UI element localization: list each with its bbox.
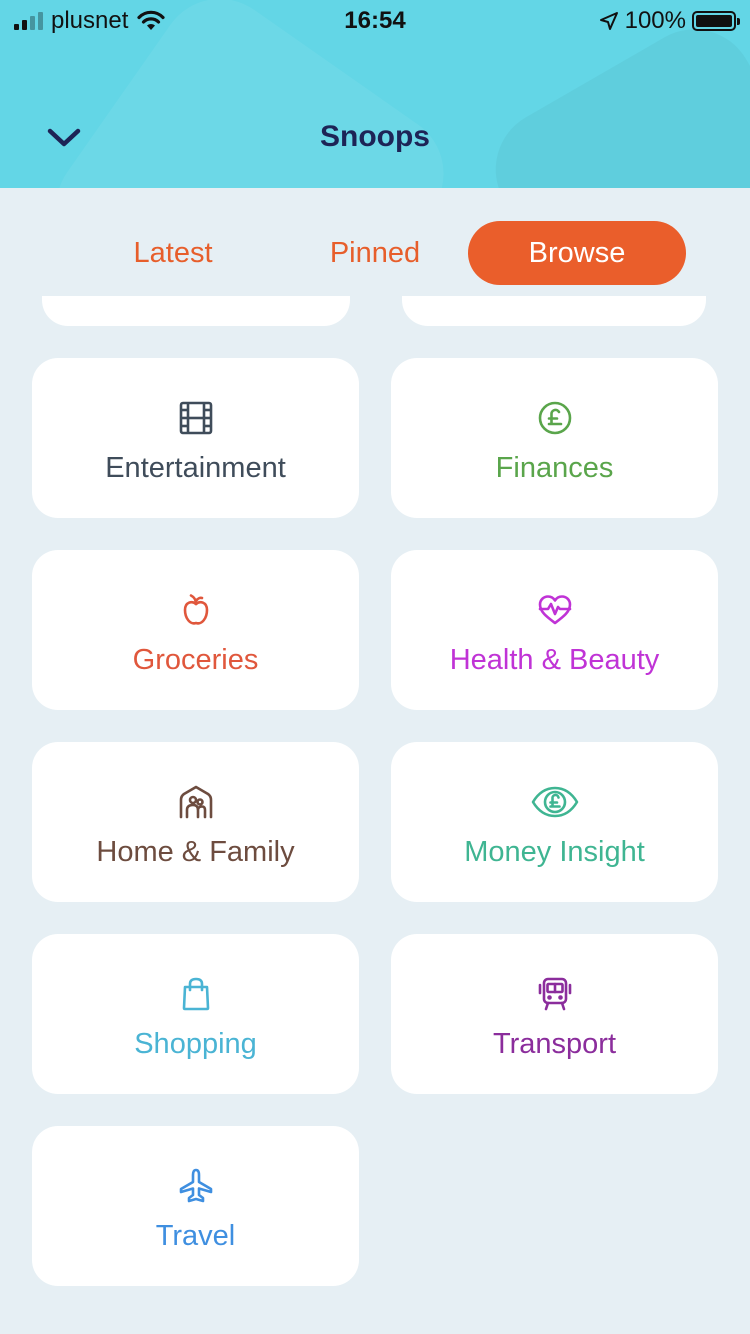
category-card-finances[interactable]: Finances [391,358,718,518]
tab-bar: Latest Pinned Browse [0,221,750,285]
category-label: Transport [492,1028,617,1060]
heart-pulse-icon [538,595,571,625]
category-label: Shopping [134,1028,257,1060]
category-card-entertainment[interactable]: Entertainment [32,358,359,518]
film-icon [179,401,212,435]
category-card-money-insight[interactable]: Money Insight [391,742,718,902]
battery-icon [692,11,740,31]
battery-percent: 100% [624,7,686,34]
category-card-home-family[interactable]: Home & Family [32,742,359,902]
category-label: Entertainment [105,452,286,484]
tab-pinned[interactable]: Pinned [294,221,456,285]
pound-coin-icon [538,401,571,435]
train-icon [538,977,571,1011]
category-card-health-beauty[interactable]: Health & Beauty [391,550,718,710]
tab-latest[interactable]: Latest [92,221,254,285]
category-label: Money Insight [464,836,645,868]
status-bar: plusnet 16:54 100% [0,0,750,40]
shopping-bag-icon [182,977,209,1011]
tab-browse[interactable]: Browse [468,221,686,285]
header-bar: plusnet 16:54 100% Snoops [0,0,750,188]
apple-icon [183,594,208,625]
category-card-shopping[interactable]: Shopping [32,934,359,1094]
category-card-transport[interactable]: Transport [391,934,718,1094]
category-label: Finances [495,452,614,484]
eye-pound-icon [531,786,578,818]
home-family-icon [179,785,212,819]
category-label: Health & Beauty [449,644,660,676]
category-card-travel[interactable]: Travel [32,1126,359,1286]
location-arrow-icon [599,12,618,30]
category-label: Travel [155,1220,236,1252]
category-card-partial[interactable] [402,296,706,326]
category-label: Groceries [132,644,259,676]
category-card-partial[interactable] [42,296,350,326]
page-title: Snoops [320,120,430,153]
category-card-groceries[interactable]: Groceries [32,550,359,710]
plane-icon [179,1168,212,1203]
category-label: Home & Family [96,836,295,868]
